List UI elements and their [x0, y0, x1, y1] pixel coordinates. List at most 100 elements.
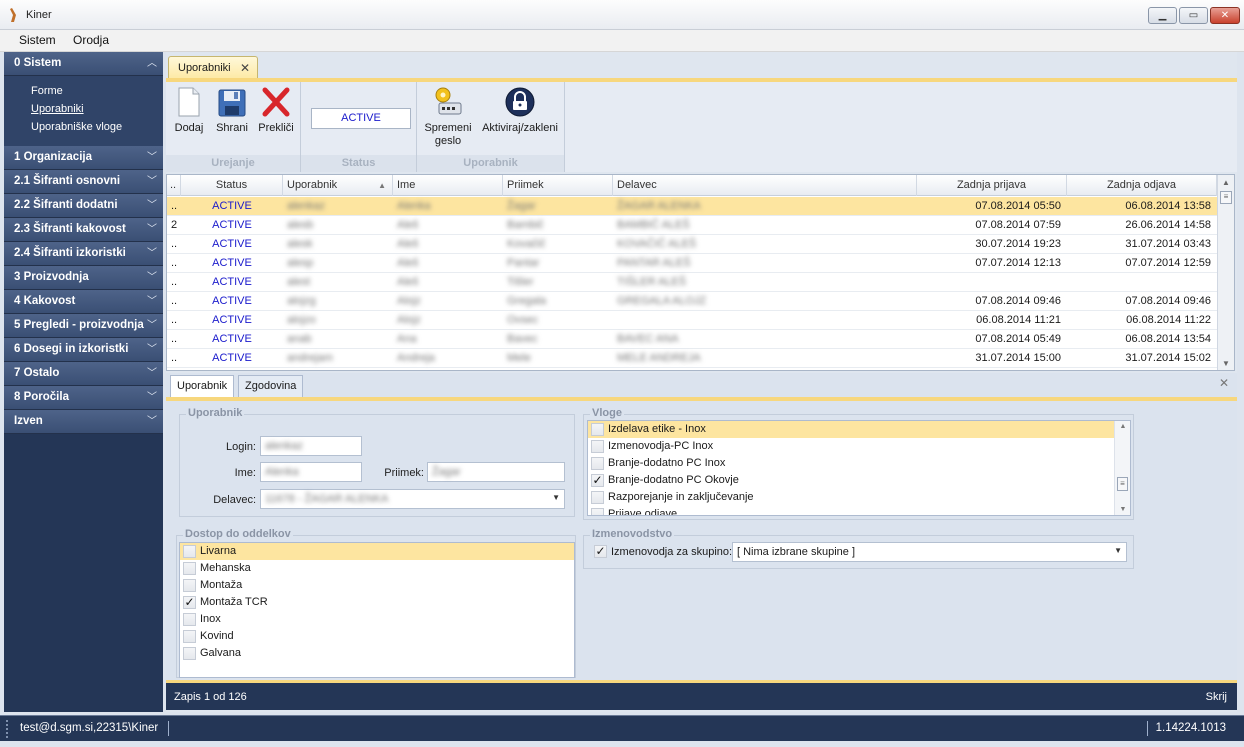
oddelek-label: Montaža	[200, 579, 243, 591]
scroll-up-icon[interactable]: ▲	[1115, 423, 1130, 430]
hide-button[interactable]: Skrij	[1206, 691, 1227, 703]
nav-item-uporabniki[interactable]: Uporabniki	[31, 100, 163, 118]
checkbox[interactable]	[183, 613, 196, 626]
nav-group-dosegi[interactable]: 6 Dosegi in izkoristki ﹀	[4, 338, 163, 362]
tab-uporabnik[interactable]: Uporabnik	[170, 375, 235, 397]
oddelek-item[interactable]: Livarna	[180, 543, 574, 560]
nav-item-uporabniske-vloge[interactable]: Uporabniške vloge	[31, 118, 163, 136]
window-title: Kiner	[26, 9, 52, 21]
checkbox[interactable]: ✓	[183, 596, 196, 609]
vloga-item[interactable]: Izmenovodja-PC Inox	[588, 438, 1130, 455]
checkbox[interactable]	[591, 508, 604, 515]
menu-sistem[interactable]: Sistem	[19, 33, 56, 47]
oddelek-item[interactable]: Galvana	[180, 645, 574, 662]
activate-lock-button[interactable]: Aktiviraj/zakleni	[479, 86, 561, 135]
scroll-up-icon[interactable]: ▲	[1218, 176, 1234, 190]
cell-priimek: Bambič	[507, 219, 544, 231]
column-header-zadnja-odjava[interactable]: Zadnja odjava	[1067, 175, 1217, 196]
status-field[interactable]: ACTIVE	[311, 108, 411, 129]
column-header-zadnja-prijava[interactable]: Zadnja prijava	[917, 175, 1067, 196]
checkbox[interactable]	[183, 562, 196, 575]
column-header-uporabnik[interactable]: Uporabnik ▲	[283, 175, 393, 196]
grid-scrollbar[interactable]: ▲ ≡ ▼	[1217, 175, 1234, 370]
izmenovodja-checkbox[interactable]: ✓	[594, 545, 607, 558]
table-row[interactable]: .. ACTIVE alesp Aleš Pantar PANTAR ALEŠ 07.07.…	[167, 254, 1217, 273]
nav-group-sifranti-osnovni[interactable]: 2.1 Šifranti osnovni ﹀	[4, 170, 163, 194]
vloga-item[interactable]: Izdelava etike - Inox	[588, 421, 1130, 438]
skupina-combo[interactable]: [ Nima izbrane skupine ] ▼	[732, 542, 1127, 562]
checkbox[interactable]	[591, 491, 604, 504]
close-tab-icon[interactable]: ✕	[240, 61, 250, 75]
vloga-item[interactable]: Razporejanje in zaključevanje	[588, 489, 1130, 506]
uporabnik-legend: Uporabnik	[186, 407, 245, 419]
nav-group-label: 2.2 Šifranti dodatni	[14, 199, 118, 211]
checkbox[interactable]	[591, 423, 604, 436]
cancel-button[interactable]: Prekliči	[256, 86, 296, 135]
chevron-down-icon: ﹀	[147, 416, 157, 427]
table-row[interactable]: .. ACTIVE alest Aleš Tišler TIŠLER ALEŠ	[167, 273, 1217, 292]
column-header-delavec[interactable]: Delavec	[613, 175, 917, 196]
column-header-status[interactable]: Status	[181, 175, 283, 196]
priimek-field[interactable]: Žagar	[427, 462, 565, 482]
vloga-label: Izdelava etike - Inox	[608, 423, 706, 435]
table-row[interactable]: .. ACTIVE alesk Aleš Kovačič KOVAČIČ ALEŠ 30.0…	[167, 235, 1217, 254]
close-window-button[interactable]: ✕	[1210, 7, 1240, 24]
login-field[interactable]: alenkaz	[260, 436, 362, 456]
nav-group-izven[interactable]: Izven ﹀	[4, 410, 163, 434]
vloge-scrollbar[interactable]: ▲ ≡ ▼	[1114, 421, 1130, 515]
checkbox[interactable]	[591, 440, 604, 453]
oddelek-item[interactable]: Kovind	[180, 628, 574, 645]
table-row[interactable]: 2 ACTIVE alesb Aleš Bambič BAMBIČ ALEŠ 07.08.2…	[167, 216, 1217, 235]
checkbox[interactable]: ✓	[591, 474, 604, 487]
add-button[interactable]: Dodaj	[172, 86, 206, 135]
tab-uporabniki[interactable]: Uporabniki ✕	[168, 56, 258, 79]
column-header-indicator[interactable]: ..	[167, 175, 181, 196]
table-row[interactable]: .. ACTIVE anab Ana Bavec BAVEC ANA 07.08.2014 …	[167, 330, 1217, 349]
oddelek-item[interactable]: Montaža	[180, 577, 574, 594]
save-button[interactable]: Shrani	[212, 86, 252, 135]
checkbox[interactable]	[183, 579, 196, 592]
vloga-item[interactable]: Prijave odjave	[588, 506, 1130, 515]
scroll-down-icon[interactable]: ▼	[1115, 506, 1130, 513]
nav-group-porocila[interactable]: 8 Poročila ﹀	[4, 386, 163, 410]
vloga-item[interactable]: ✓ Branje-dodatno PC Okovje	[588, 472, 1130, 489]
nav-group-sifranti-dodatni[interactable]: 2.2 Šifranti dodatni ﹀	[4, 194, 163, 218]
column-header-priimek[interactable]: Priimek	[503, 175, 613, 196]
maximize-button[interactable]: ▭	[1179, 7, 1208, 24]
close-detail-icon[interactable]: ✕	[1219, 376, 1229, 390]
delavec-combo[interactable]: 11678 - ŽAGAR ALENKA ▼	[260, 489, 565, 509]
nav-group-pregledi[interactable]: 5 Pregledi - proizvodnja ﹀	[4, 314, 163, 338]
checkbox[interactable]	[183, 545, 196, 558]
minimize-button[interactable]: ▁	[1148, 7, 1177, 24]
ime-field[interactable]: Alenka	[260, 462, 362, 482]
table-row[interactable]: .. ACTIVE alojzg Alojz Gregala GREGALA ALOJZ 0…	[167, 292, 1217, 311]
oddelek-item[interactable]: ✓ Montaža TCR	[180, 594, 574, 611]
table-row[interactable]: .. ACTIVE alenkaz Alenka Žagar ŽAGAR ALENKA 07…	[167, 197, 1217, 216]
menu-orodja[interactable]: Orodja	[73, 33, 109, 47]
table-row[interactable]: .. ACTIVE alojzo Alojz Ovsec 06.08.2014 11:21…	[167, 311, 1217, 330]
table-row[interactable]: .. ACTIVE andrejam Andreja Mele MELE ANDREJA 3…	[167, 349, 1217, 368]
nav-group-kakovost[interactable]: 4 Kakovost ﹀	[4, 290, 163, 314]
vloga-item[interactable]: Branje-dodatno PC Inox	[588, 455, 1130, 472]
nav-group-ostalo[interactable]: 7 Ostalo ﹀	[4, 362, 163, 386]
checkbox[interactable]	[591, 457, 604, 470]
nav-group-label: 2.4 Šifranti izkoristki	[14, 247, 126, 259]
nav-group-sistem[interactable]: 0 Sistem ︿	[4, 52, 163, 76]
nav-group-proizvodnja[interactable]: 3 Proizvodnja ﹀	[4, 266, 163, 290]
oddelek-item[interactable]: Mehanska	[180, 560, 574, 577]
scroll-thumb[interactable]: ≡	[1220, 191, 1232, 204]
nav-group-sifranti-kakovost[interactable]: 2.3 Šifranti kakovost ﹀	[4, 218, 163, 242]
nav-group-organizacija[interactable]: 1 Organizacija ﹀	[4, 146, 163, 170]
checkbox[interactable]	[183, 647, 196, 660]
tab-zgodovina[interactable]: Zgodovina	[238, 375, 304, 397]
change-password-button[interactable]: Spremeni geslo	[421, 86, 475, 148]
nav-item-forme[interactable]: Forme	[31, 82, 163, 100]
nav-group-sifranti-izkoristki[interactable]: 2.4 Šifranti izkoristki ﹀	[4, 242, 163, 266]
oddelek-item[interactable]: Inox	[180, 611, 574, 628]
column-header-ime[interactable]: Ime	[393, 175, 503, 196]
scroll-down-icon[interactable]: ▼	[1218, 357, 1234, 370]
vloga-label: Razporejanje in zaključevanje	[608, 491, 754, 503]
scroll-thumb[interactable]: ≡	[1117, 477, 1128, 491]
column-header-label: Uporabnik	[287, 179, 338, 191]
checkbox[interactable]	[183, 630, 196, 643]
